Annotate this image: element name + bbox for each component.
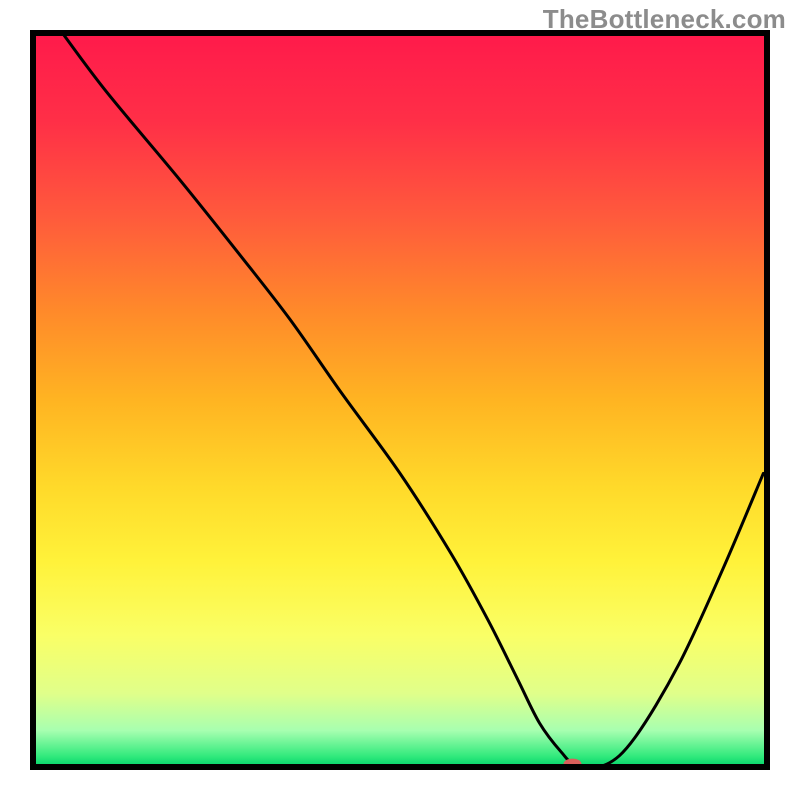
- chart-svg: [0, 0, 800, 800]
- gradient-background: [33, 33, 767, 767]
- watermark-text: TheBottleneck.com: [543, 4, 786, 35]
- bottleneck-chart: TheBottleneck.com: [0, 0, 800, 800]
